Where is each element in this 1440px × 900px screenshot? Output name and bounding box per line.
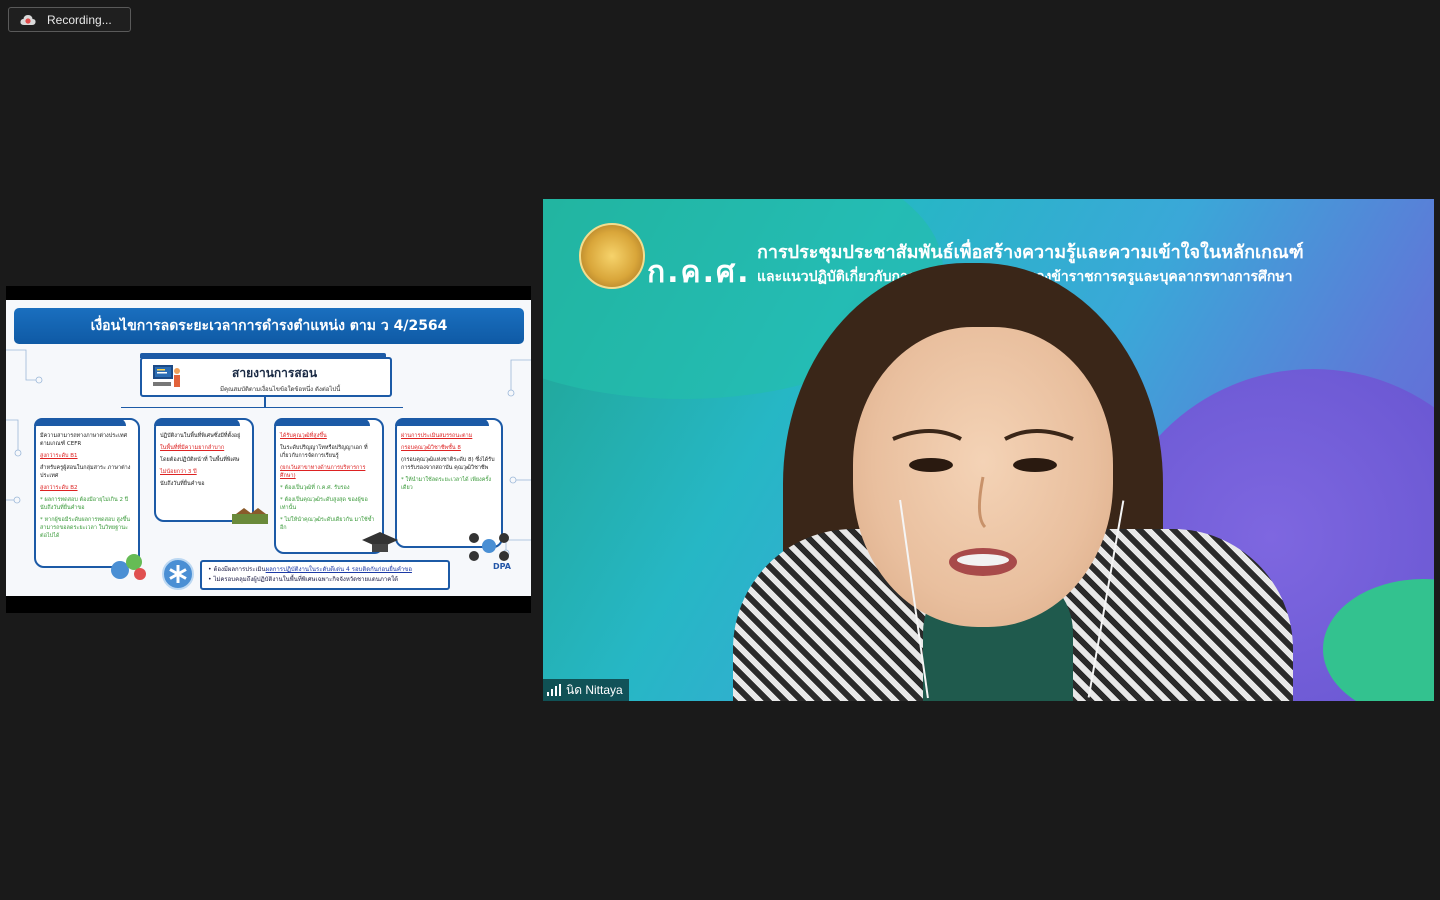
- presentation-slide: เงื่อนไขการลดระยะเวลาการดำรงตำแหน่ง ตาม …: [6, 300, 531, 596]
- card-text: โดยต้องปฏิบัติหน้าที่ ในพื้นที่พิเศษ: [160, 457, 240, 463]
- card-note: * ไม่ให้นำคุณวุฒิระดับเดียวกัน มาใช้ซ้ำอ…: [280, 517, 375, 531]
- team-network-icon: [466, 530, 512, 566]
- cloud-record-icon: [20, 14, 36, 26]
- card-text: สำหรับครูผู้สอนในกลุ่มสาระ ภาษาต่างประเท…: [40, 465, 131, 479]
- card-highlight: ไม่น้อยกว่า 3 ปี: [160, 469, 197, 475]
- connector-line: [121, 407, 403, 408]
- footnote-text: • ต้องมีผลการประเมิน: [208, 566, 266, 573]
- footnote-box: • ต้องมีผลการประเมินผลการปฏิบัติงานในระด…: [200, 560, 450, 590]
- village-icon: [230, 506, 270, 530]
- organization-name: ก.ค.ศ.: [647, 255, 751, 290]
- language-bubbles-icon: [108, 552, 148, 586]
- card-text: (กรอบคุณวุฒิแห่งชาติระดับ 8) ซึ่งได้รับก…: [401, 457, 495, 471]
- graduation-cap-icon: [360, 532, 400, 560]
- condition-card-language: มีความสามารถทางภาษาต่างประเทศ ตามเกณฑ์ C…: [34, 418, 140, 568]
- star-of-life-icon: [162, 558, 194, 590]
- card-highlight: กรอบคุณวุฒิวิชาชีพชั้น 8: [401, 445, 461, 451]
- recording-indicator[interactable]: Recording...: [8, 7, 131, 32]
- card-highlight: ในพื้นที่ที่มีความยากลำบาก: [160, 445, 225, 451]
- main-box: สายงานการสอน มีคุณสมบัติตามเงื่อนไขข้อใด…: [140, 353, 392, 397]
- card-text: มีความสามารถทางภาษาต่างประเทศ ตามเกณฑ์ C…: [40, 433, 128, 447]
- dpa-logo: DPA: [493, 562, 511, 571]
- card-text: ปฏิบัติงานในพื้นที่พิเศษซึ่งมีที่ตั้งอยู…: [160, 433, 241, 439]
- card-text: ในระดับปริญญาโทหรือปริญญาเอก ที่เกี่ยวกั…: [280, 445, 368, 459]
- card-note: * ให้นำมาใช้ลดระยะเวลาได้ เพียงครั้งเดีย…: [401, 477, 492, 491]
- organization-seal-icon: [579, 223, 645, 289]
- connector-line: [264, 397, 266, 407]
- card-text: นับถึงวันที่ยื่นคำขอ: [160, 481, 205, 487]
- main-box-subtitle: มีคุณสมบัติตามเงื่อนไขข้อใดข้อหนึ่ง ดังต…: [220, 386, 341, 393]
- banner-title-line1: การประชุมประชาสัมพันธ์เพื่อสร้างความรู้แ…: [757, 242, 1304, 263]
- footnote-line-2: • ไม่ครอบคลุมถึงผู้ปฏิบัติงานในพื้นที่พิ…: [208, 576, 399, 583]
- card-highlight: สูงกว่าระดับ B1: [40, 453, 78, 459]
- card-highlight: ผ่านการประเมินสมรรถนะตาม: [401, 433, 473, 439]
- participant-video-tile[interactable]: ก.ค.ศ. การประชุมประชาสัมพันธ์เพื่อสร้างค…: [543, 199, 1434, 701]
- condition-card-competency: ผ่านการประเมินสมรรถนะตาม กรอบคุณวุฒิวิชา…: [395, 418, 503, 548]
- card-note: * ต้องเป็นคุณวุฒิระดับสูงสุด ของผู้ขอเท่…: [280, 497, 368, 511]
- connection-signal-icon: [547, 684, 561, 696]
- card-highlight: (ยกเว้นสาขาทางด้านการบริหารการศึกษา): [280, 465, 366, 479]
- main-box-title: สายงานการสอน: [232, 366, 318, 380]
- card-highlight: ได้รับคุณวุฒิที่สูงขึ้น: [280, 433, 327, 439]
- footnote-underlined: ผลการปฏิบัติงานในระดับดีเด่น 4 รอบติดกัน…: [265, 566, 412, 573]
- participant-face: [853, 327, 1113, 627]
- participant-name-tag: นิด Nittaya: [543, 679, 629, 701]
- shared-screen[interactable]: เงื่อนไขการลดระยะเวลาการดำรงตำแหน่ง ตาม …: [6, 286, 531, 613]
- recording-label: Recording...: [47, 12, 112, 27]
- card-highlight: สูงกว่าระดับ B2: [40, 485, 78, 491]
- card-note: * หากผู้ขอมีระดับผลการทดสอบ สูงขึ้น สามา…: [40, 517, 131, 539]
- card-note: * ผลการทดสอบ ต้องมีอายุไม่เกิน 2 ปี นับถ…: [40, 497, 129, 511]
- teacher-board-icon: [152, 364, 180, 388]
- card-note: * ต้องเป็นวุฒิที่ ก.ค.ศ. รับรอง: [280, 485, 350, 491]
- slide-title: เงื่อนไขการลดระยะเวลาการดำรงตำแหน่ง ตาม …: [14, 308, 524, 344]
- footnote-line-1: • ต้องมีผลการประเมินผลการปฏิบัติงานในระด…: [208, 565, 442, 575]
- participant-name: นิด Nittaya: [566, 682, 623, 697]
